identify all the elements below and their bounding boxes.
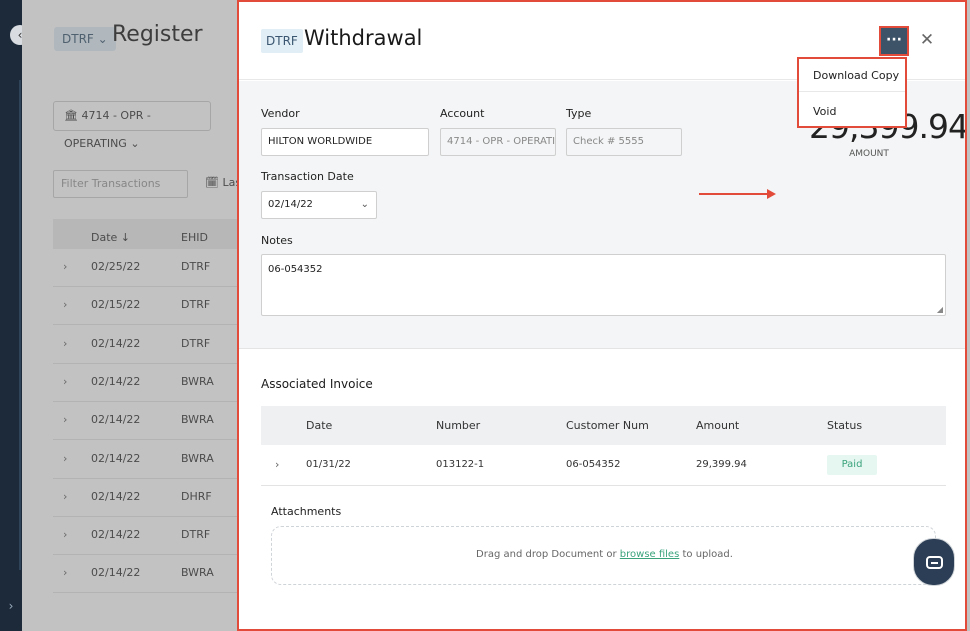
resize-handle-icon[interactable]: ◢ — [937, 305, 943, 314]
transaction-date-select[interactable]: 02/14/22 ⌄ — [261, 191, 377, 219]
chevron-right-icon[interactable]: › — [275, 458, 279, 471]
associated-invoice-title: Associated Invoice — [261, 377, 373, 391]
invoice-column-amount: Amount — [696, 419, 740, 432]
hotel-badge: DTRF — [261, 29, 303, 53]
browse-files-link[interactable]: browse files — [620, 549, 680, 560]
nav-divider — [19, 80, 21, 570]
transaction-date-label: Transaction Date — [261, 170, 354, 183]
chat-icon — [926, 556, 943, 569]
notes-textarea[interactable]: 06-054352 ◢ — [261, 254, 946, 316]
type-field: Check # 5555 — [566, 128, 682, 156]
invoice-amount: 29,399.94 — [696, 459, 747, 470]
amount-label: AMOUNT — [849, 149, 889, 159]
transaction-modal: DTRF Withdrawal ··· ✕ Vendor HILTON WORL… — [237, 0, 967, 631]
download-copy-menu-item[interactable]: Download Copy — [799, 59, 905, 92]
invoice-number: 013122-1 — [436, 459, 485, 470]
dropzone-text: Drag and drop Document or browse files t… — [272, 549, 937, 560]
annotation-arrow — [699, 193, 769, 195]
annotation-arrow-head — [767, 189, 776, 199]
left-nav: ‹ › — [0, 0, 30, 631]
notes-label: Notes — [261, 234, 293, 247]
dropzone-text-after: to upload. — [679, 549, 733, 560]
invoice-column-customer-num: Customer Num — [566, 419, 649, 432]
modal-title: Withdrawal — [304, 26, 423, 50]
chat-button[interactable] — [913, 538, 955, 586]
invoice-column-number: Number — [436, 419, 481, 432]
invoice-date: 01/31/22 — [306, 459, 351, 470]
attachments-label: Attachments — [271, 505, 342, 518]
account-field: 4714 - OPR - OPERATI... — [440, 128, 556, 156]
invoice-table-header: Date Number Customer Num Amount Status — [261, 406, 946, 445]
more-options-button[interactable]: ··· — [879, 26, 909, 56]
invoice-customer-num: 06-054352 — [566, 459, 621, 470]
invoice-column-status: Status — [827, 419, 863, 432]
expand-nav-icon[interactable]: › — [0, 599, 22, 613]
notes-value: 06-054352 — [268, 264, 323, 275]
account-label: Account — [440, 107, 485, 120]
close-icon[interactable]: ✕ — [917, 30, 937, 50]
vendor-input[interactable]: HILTON WORLDWIDE — [261, 128, 429, 156]
invoice-column-date: Date — [306, 419, 333, 432]
dropzone-text-before: Drag and drop Document or — [476, 549, 620, 560]
transaction-date-value: 02/14/22 — [268, 199, 313, 210]
attachment-dropzone[interactable]: Drag and drop Document or browse files t… — [271, 526, 936, 585]
void-menu-item[interactable]: Void — [799, 95, 905, 128]
type-label: Type — [566, 107, 592, 120]
status-badge: Paid — [827, 455, 877, 475]
vendor-label: Vendor — [261, 107, 300, 120]
more-options-menu: Download Copy Void — [797, 57, 907, 128]
chevron-down-icon: ⌄ — [360, 199, 369, 210]
table-row[interactable]: › 01/31/22 013122-1 06-054352 29,399.94 … — [261, 445, 946, 486]
